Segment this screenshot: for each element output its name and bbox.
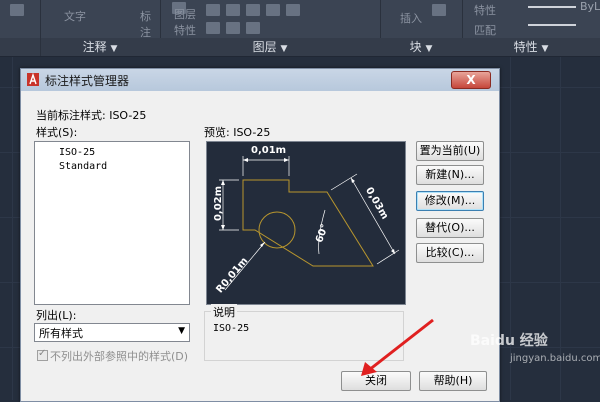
autocad-logo-icon: [27, 73, 39, 86]
grid-line: [12, 57, 13, 400]
lineweight-sample: [528, 6, 576, 8]
new-button[interactable]: 新建(N)...: [416, 165, 484, 185]
insert-tool-label[interactable]: 插入: [400, 10, 422, 26]
panel-label: 块: [409, 40, 422, 54]
chevron-down-icon: ▼: [178, 326, 185, 336]
ribbon-panel-left: [0, 38, 41, 56]
override-button[interactable]: 替代(O)...: [416, 218, 484, 238]
list-filter-select[interactable]: 所有样式 ▼: [34, 323, 190, 342]
panel-label: 图层: [252, 40, 277, 54]
layer-icon[interactable]: [266, 4, 280, 16]
layer-icon[interactable]: [226, 22, 240, 34]
list-filter-value: 所有样式: [39, 327, 83, 340]
description-title: 说明: [211, 304, 237, 320]
panel-expand-icon: ▼: [110, 44, 118, 54]
ribbon-group-layers: 图层 特性: [160, 0, 381, 38]
width-dimension-text: 0,01m: [251, 145, 287, 156]
styles-label: 样式(S):: [36, 126, 78, 139]
modify-button[interactable]: 修改(M)...: [416, 191, 484, 211]
compare-button[interactable]: 比较(C)...: [416, 243, 484, 263]
xref-checkbox-label: 不列出外部参照中的样式(D): [50, 350, 189, 363]
set-current-button[interactable]: 置为当前(U): [416, 141, 484, 161]
layer-icon[interactable]: [246, 22, 260, 34]
preview-label: 预览: ISO-25: [204, 126, 271, 139]
list-item[interactable]: Standard: [59, 161, 107, 172]
ribbon-group-properties: 特性 匹配 ByL: [462, 0, 600, 38]
layer-icon[interactable]: [226, 4, 240, 16]
annotation-arrow: [361, 318, 434, 376]
dialog-title: 标注样式管理器: [45, 74, 130, 88]
layer-icon[interactable]: [206, 4, 220, 16]
panel-label: 注释: [82, 40, 107, 54]
panel-expand-icon: ▼: [541, 44, 549, 54]
ribbon-group-annotation: 文字 标注: [40, 0, 186, 40]
panel-expand-icon: ▼: [280, 44, 288, 54]
preview-drawing: [219, 156, 400, 291]
style-preview: 0,01m 0,02m 0,03m 60° R0,01m: [206, 141, 406, 305]
properties-tool-label[interactable]: 特性: [474, 2, 496, 18]
layer-icon[interactable]: [286, 4, 300, 16]
ribbon-panel-block[interactable]: 块 ▼: [380, 38, 463, 56]
baidu-watermark: Baidu 经验: [470, 333, 548, 349]
dialog-titlebar[interactable]: 标注样式管理器 X: [21, 69, 499, 91]
ribbon: 文字 标注 图层 特性 插入 特性 匹配 ByL 注释 ▼ 图层 ▼ 块 ▼ 特…: [0, 0, 600, 57]
layer-properties-label[interactable]: 特性: [174, 22, 196, 38]
baidu-watermark-url: jingyan.baidu.com: [510, 353, 600, 364]
ribbon-group-block: 插入: [380, 0, 463, 38]
description-value: ISO-25: [213, 323, 250, 334]
grid-line: [560, 57, 561, 400]
list-filter-label: 列出(L):: [36, 309, 77, 322]
layer-icon[interactable]: [206, 22, 220, 34]
dimension-tool-label[interactable]: 标注: [140, 8, 160, 40]
panel-expand-icon: ▼: [425, 44, 433, 54]
text-tool-label[interactable]: 文字: [64, 8, 86, 24]
xref-checkbox[interactable]: ✓: [37, 348, 48, 361]
check-icon: ✓: [38, 348, 47, 359]
tool-icon[interactable]: [10, 4, 24, 16]
height-dimension-text: 0,02m: [213, 185, 225, 222]
layer-icon[interactable]: [246, 4, 260, 16]
panel-label: 特性: [513, 40, 538, 54]
linetype-sample: [528, 24, 576, 26]
layer-tool-label[interactable]: 图层: [174, 6, 196, 22]
list-item[interactable]: ISO-25: [59, 147, 95, 158]
bylayer-label[interactable]: ByL: [580, 0, 600, 13]
ribbon-group-left: [0, 0, 41, 38]
block-icon[interactable]: [432, 4, 446, 16]
match-properties-label[interactable]: 匹配: [474, 22, 496, 38]
styles-listbox[interactable]: ISO-25 Standard: [34, 141, 190, 305]
ribbon-panel-annotation[interactable]: 注释 ▼: [40, 38, 161, 56]
close-icon[interactable]: X: [451, 71, 491, 89]
current-style-label: 当前标注样式: ISO-25: [36, 109, 147, 122]
ribbon-panel-layers[interactable]: 图层 ▼: [160, 38, 381, 56]
ribbon-panel-properties[interactable]: 特性 ▼: [462, 38, 600, 56]
